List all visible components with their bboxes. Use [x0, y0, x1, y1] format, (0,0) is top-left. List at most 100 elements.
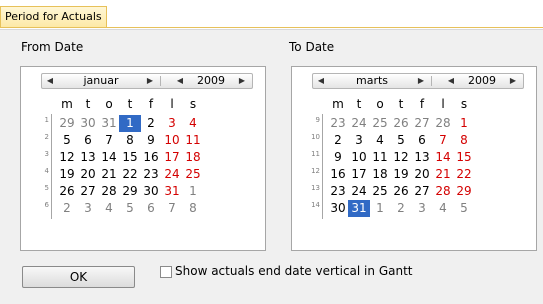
- to-month-year-nav: ◀ marts ▶ ◀ 2009 ▶: [312, 73, 524, 89]
- to-day-cell[interactable]: 10: [348, 149, 370, 166]
- from-day-cell[interactable]: 30: [77, 115, 99, 132]
- to-prev-year-icon[interactable]: ◀: [445, 74, 457, 88]
- from-day-cell[interactable]: 16: [140, 149, 162, 166]
- to-day-cell[interactable]: 11: [369, 149, 391, 166]
- to-day-cell[interactable]: 27: [411, 115, 433, 132]
- from-day-cell[interactable]: 11: [182, 132, 204, 149]
- to-day-cell[interactable]: 17: [348, 166, 370, 183]
- to-day-cell[interactable]: 6: [411, 132, 433, 149]
- from-day-cell[interactable]: 13: [77, 149, 99, 166]
- from-prev-month-icon[interactable]: ◀: [44, 74, 56, 88]
- from-day-cell[interactable]: 18: [182, 149, 204, 166]
- to-day-cell[interactable]: 5: [453, 200, 475, 217]
- to-day-cell[interactable]: 5: [390, 132, 412, 149]
- to-day-cell[interactable]: 22: [453, 166, 475, 183]
- from-day-cell[interactable]: 23: [140, 166, 162, 183]
- to-day-cell[interactable]: 3: [348, 132, 370, 149]
- to-day-cell[interactable]: 1: [369, 200, 391, 217]
- to-day-cell[interactable]: 19: [390, 166, 412, 183]
- to-day-cell[interactable]: 7: [432, 132, 454, 149]
- from-day-cell[interactable]: 31: [98, 115, 120, 132]
- to-next-month-icon[interactable]: ▶: [415, 74, 427, 88]
- from-day-cell[interactable]: 4: [182, 115, 204, 132]
- from-day-cell[interactable]: 5: [119, 200, 141, 217]
- from-day-cell[interactable]: 9: [140, 132, 162, 149]
- from-day-cell[interactable]: 30: [140, 183, 162, 200]
- to-day-cell[interactable]: 25: [369, 183, 391, 200]
- to-prev-month-icon[interactable]: ◀: [315, 74, 327, 88]
- to-day-cell[interactable]: 26: [390, 115, 412, 132]
- to-weekday-header-0: m: [332, 97, 344, 111]
- from-day-cell[interactable]: 24: [161, 166, 183, 183]
- to-day-cell[interactable]: 18: [369, 166, 391, 183]
- from-day-cell[interactable]: 3: [161, 115, 183, 132]
- from-day-cell[interactable]: 19: [56, 166, 78, 183]
- to-day-cell[interactable]: 1: [453, 115, 475, 132]
- from-day-cell[interactable]: 8: [182, 200, 204, 217]
- to-day-cell[interactable]: 28: [432, 183, 454, 200]
- to-day-cell[interactable]: 26: [390, 183, 412, 200]
- to-day-cell[interactable]: 15: [453, 149, 475, 166]
- to-next-year-icon[interactable]: ▶: [507, 74, 519, 88]
- from-day-cell[interactable]: 28: [98, 183, 120, 200]
- to-day-cell[interactable]: 8: [453, 132, 475, 149]
- to-day-cell[interactable]: 9: [327, 149, 349, 166]
- to-day-cell[interactable]: 23: [327, 183, 349, 200]
- to-day-cell[interactable]: 25: [369, 115, 391, 132]
- from-day-cell[interactable]: 12: [56, 149, 78, 166]
- from-day-cell[interactable]: 17: [161, 149, 183, 166]
- from-day-cell[interactable]: 21: [98, 166, 120, 183]
- from-day-cell[interactable]: 29: [119, 183, 141, 200]
- to-day-cell[interactable]: 12: [390, 149, 412, 166]
- from-next-month-icon[interactable]: ▶: [144, 74, 156, 88]
- to-day-cell[interactable]: 30: [327, 200, 349, 217]
- from-nav-divider: [160, 76, 161, 86]
- to-day-cell[interactable]: 23: [327, 115, 349, 132]
- to-day-cell[interactable]: 14: [432, 149, 454, 166]
- to-day-cell[interactable]: 2: [327, 132, 349, 149]
- from-day-cell[interactable]: 14: [98, 149, 120, 166]
- from-day-cell[interactable]: 2: [56, 200, 78, 217]
- from-day-cell[interactable]: 6: [77, 132, 99, 149]
- to-day-cell[interactable]: 4: [432, 200, 454, 217]
- to-day-cell[interactable]: 24: [348, 183, 370, 200]
- from-day-cell[interactable]: 7: [161, 200, 183, 217]
- show-actuals-checkbox[interactable]: [160, 266, 172, 278]
- to-day-cell[interactable]: 29: [453, 183, 475, 200]
- from-day-cell[interactable]: 1: [182, 183, 204, 200]
- from-day-cell[interactable]: 25: [182, 166, 204, 183]
- from-day-cell[interactable]: 3: [77, 200, 99, 217]
- to-selected-day[interactable]: 31: [348, 200, 370, 217]
- from-day-cell[interactable]: 20: [77, 166, 99, 183]
- from-day-cell[interactable]: 8: [119, 132, 141, 149]
- to-day-cell[interactable]: 13: [411, 149, 433, 166]
- to-day-cell[interactable]: 24: [348, 115, 370, 132]
- to-day-cell[interactable]: 28: [432, 115, 454, 132]
- from-day-cell[interactable]: 5: [56, 132, 78, 149]
- from-day-cell[interactable]: 7: [98, 132, 120, 149]
- from-day-cell[interactable]: 2: [140, 115, 162, 132]
- to-day-cell[interactable]: 21: [432, 166, 454, 183]
- from-day-cell[interactable]: 22: [119, 166, 141, 183]
- from-day-cell[interactable]: 10: [161, 132, 183, 149]
- from-day-cell[interactable]: 15: [119, 149, 141, 166]
- from-day-cell[interactable]: 31: [161, 183, 183, 200]
- to-day-cell[interactable]: 2: [390, 200, 412, 217]
- from-day-cell[interactable]: 4: [98, 200, 120, 217]
- ok-button[interactable]: OK: [22, 266, 135, 288]
- from-prev-year-icon[interactable]: ◀: [174, 74, 186, 88]
- show-actuals-checkbox-label[interactable]: Show actuals end date vertical in Gantt: [175, 264, 412, 279]
- from-next-year-icon[interactable]: ▶: [236, 74, 248, 88]
- to-day-cell[interactable]: 16: [327, 166, 349, 183]
- from-selected-day[interactable]: 1: [119, 115, 141, 132]
- from-day-cell[interactable]: 6: [140, 200, 162, 217]
- from-day-cell[interactable]: 26: [56, 183, 78, 200]
- to-nav-divider: [431, 76, 432, 86]
- to-day-cell[interactable]: 4: [369, 132, 391, 149]
- from-day-cell[interactable]: 29: [56, 115, 78, 132]
- window-title: Period for Actuals: [0, 6, 107, 27]
- to-day-cell[interactable]: 27: [411, 183, 433, 200]
- to-day-cell[interactable]: 3: [411, 200, 433, 217]
- to-day-cell[interactable]: 20: [411, 166, 433, 183]
- from-day-cell[interactable]: 27: [77, 183, 99, 200]
